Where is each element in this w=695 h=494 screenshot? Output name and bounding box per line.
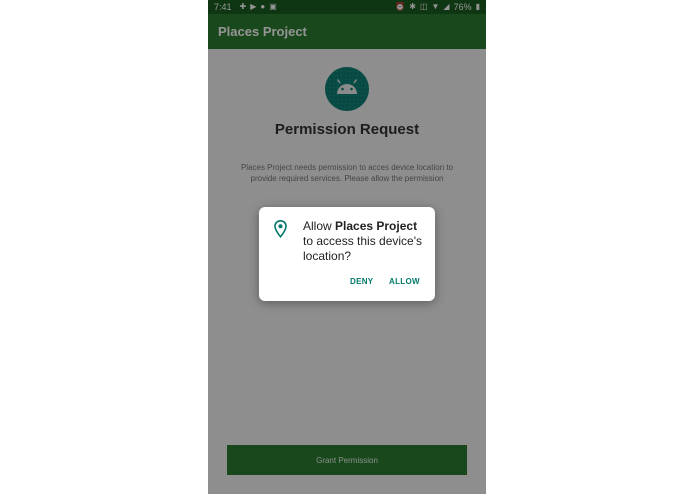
allow-button[interactable]: ALLOW	[389, 277, 420, 286]
location-pin-icon	[274, 220, 287, 238]
phone-screen: 7:41 ✚ ▶ ● ▣ ⏰ ✱ ◫ ▼ ◢ 76% ▮ Places Proj…	[208, 0, 486, 494]
dialog-message-prefix: Allow	[303, 219, 336, 233]
permission-dialog: Allow Places Project to access this devi…	[259, 207, 435, 301]
deny-button[interactable]: DENY	[350, 277, 373, 286]
dialog-message: Allow Places Project to access this devi…	[303, 219, 429, 264]
dialog-app-name: Places Project	[335, 219, 418, 233]
dialog-message-suffix: to access this device's location?	[303, 234, 423, 263]
